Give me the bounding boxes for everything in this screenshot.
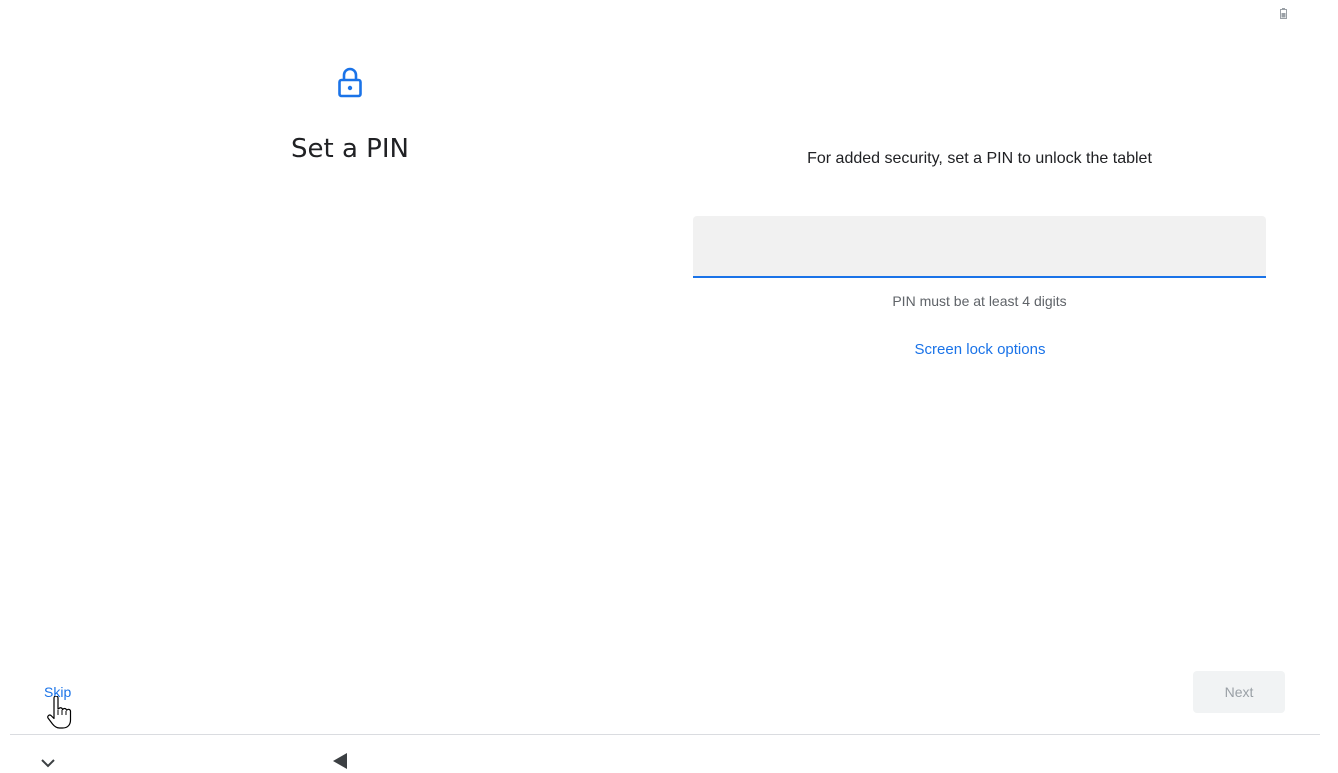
pin-hint: PIN must be at least 4 digits [892,293,1067,309]
setup-screen: Set a PIN For added security, set a PIN … [0,0,1338,773]
navbar-divider [10,734,1320,735]
screen-lock-options-link[interactable]: Screen lock options [880,341,1080,358]
page-description: For added security, set a PIN to unlock … [807,150,1152,167]
lock-icon [338,67,362,98]
battery-icon [1280,8,1287,19]
hand-cursor-icon [47,696,72,729]
chevron-down-icon[interactable] [40,757,56,769]
page-title: Set a PIN [291,134,409,164]
next-button[interactable]: Next [1193,671,1285,713]
back-triangle-icon[interactable] [332,752,348,770]
pin-input[interactable] [693,216,1266,278]
